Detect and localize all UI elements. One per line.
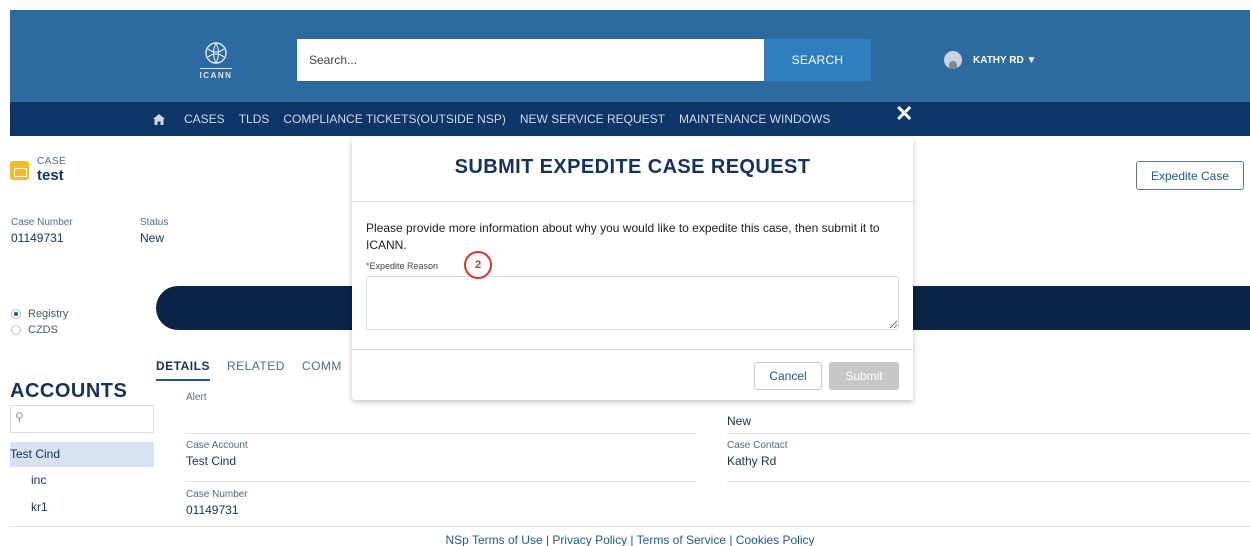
nav-item-new-service-request[interactable]: NEW SERVICE REQUEST [520,112,665,126]
main-nav: CASES TLDS COMPLIANCE TICKETS(OUTSIDE NS… [10,102,1250,136]
cancel-button[interactable]: Cancel [754,362,822,390]
expedite-reason-label-text: Expedite Reason [369,261,439,271]
submit-button[interactable]: Submit [829,362,899,390]
modal-instructions: Please provide more information about wh… [366,221,880,252]
radio-group: Registry CZDS [11,306,68,338]
radio-registry-button[interactable] [11,309,21,319]
case-number-value: 01149731 [11,231,64,245]
expedite-case-button[interactable]: Expedite Case [1136,161,1244,190]
modal-footer: Cancel Submit [352,349,913,400]
globe-icon [205,42,227,64]
icann-logo[interactable]: ICANN [194,40,238,88]
expedite-reason-label: *Expedite Reason [366,261,438,271]
case-contact-field: Case Contact Kathy Rd [727,440,788,468]
nav-item-cases[interactable]: CASES [184,112,225,126]
tab-related[interactable]: RELATED [227,359,285,381]
case-number-detail-value: 01149731 [186,503,239,517]
tab-comments[interactable]: COMM [302,359,342,381]
status-value: New [140,231,165,245]
nav-item-compliance-tickets[interactable]: COMPLIANCE TICKETS(OUTSIDE NSP) [283,112,505,126]
case-header: CASE test [10,156,66,184]
radio-czds[interactable]: CZDS [11,322,68,338]
status-detail-value: New [727,414,752,428]
search-icon: ⚲ [15,410,24,424]
user-icon [949,61,957,69]
status-detail-field: New [727,411,751,428]
case-account-field: Case Account Test Cind [186,440,248,468]
object-label: CASE [37,156,67,167]
case-account-value: Test Cind [186,454,237,468]
step-callout-badge: 2 [464,251,492,279]
accounts-search-input[interactable]: ⚲ [10,405,154,433]
footer-links[interactable]: NSp Terms of Use | Privacy Policy | Term… [10,526,1250,546]
home-icon[interactable] [153,113,165,125]
divider [186,433,696,434]
alert-field: Alert [186,392,207,403]
user-menu[interactable]: KATHY RD ▼ [944,51,1036,69]
case-title: test [37,167,64,184]
case-number-field: Case Number 01149731 [11,217,73,245]
nav-item-tlds[interactable]: TLDS [239,112,270,126]
case-number-label: Case Number [11,217,73,228]
close-icon[interactable]: ✕ [895,103,913,125]
status-label: Status [140,217,169,228]
record-tabs: DETAILS RELATED COMM [156,359,359,381]
top-frame [0,0,1250,10]
divider [727,481,1250,482]
radio-czds-button[interactable] [11,325,21,335]
case-number-detail-label: Case Number [186,489,248,500]
accounts-title: ACCOUNTS [10,380,128,402]
account-item-test-cind[interactable]: Test Cind [10,442,154,467]
tab-details[interactable]: DETAILS [156,359,210,381]
nav-item-maintenance-windows[interactable]: MAINTENANCE WINDOWS [679,112,830,126]
search-input[interactable] [297,39,764,81]
account-item-kr1[interactable]: kr1 [31,500,48,514]
user-name: KATHY RD ▼ [973,54,1037,66]
case-number-detail-field: Case Number 01149731 [186,489,248,517]
case-account-label: Case Account [186,440,248,451]
expedite-modal: SUBMIT EXPEDITE CASE REQUEST Please prov… [352,138,913,400]
search-button[interactable]: SEARCH [764,39,871,81]
alert-label: Alert [186,392,207,403]
radio-registry[interactable]: Registry [11,306,68,322]
divider [727,433,1250,434]
radio-registry-label: Registry [28,308,69,320]
status-field: Status New [140,217,168,245]
case-icon [10,160,29,180]
divider [186,481,696,482]
logo-text: ICANN [199,68,233,80]
case-contact-value: Kathy Rd [727,454,777,468]
radio-czds-label: CZDS [28,324,58,336]
account-item-inc[interactable]: inc [31,473,46,487]
modal-title: SUBMIT EXPEDITE CASE REQUEST [352,138,913,202]
case-contact-label: Case Contact [727,440,788,451]
expedite-reason-textarea[interactable] [366,276,899,330]
avatar [944,51,962,69]
